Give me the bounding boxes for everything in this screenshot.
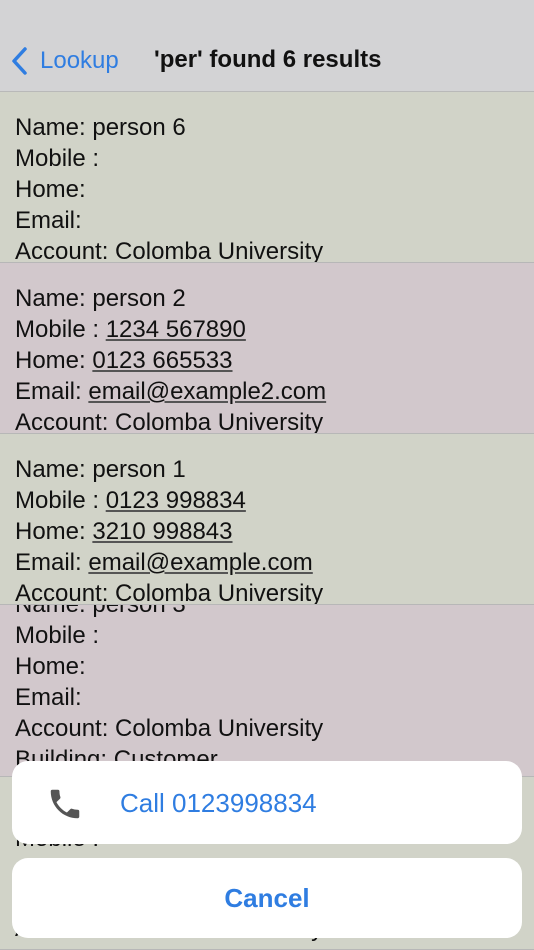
contact-name: Name: person 6 — [15, 114, 186, 141]
back-button-label: Lookup — [40, 47, 119, 74]
mobile-link[interactable]: 0123 998834 — [106, 487, 246, 514]
page-title: 'per' found 6 results — [154, 46, 382, 73]
home-line: Home: 0123 665533 — [15, 347, 233, 374]
result-row[interactable]: Name: person 3 Mobile : Home: Email: Acc… — [0, 605, 534, 777]
contact-name: Name: person 3 — [15, 605, 323, 620]
home-line: Home: — [15, 653, 86, 680]
account-line: Account: Colomba University — [15, 715, 324, 742]
home-link[interactable]: 0123 665533 — [92, 347, 232, 374]
call-action-button[interactable]: Call 0123998834 — [12, 761, 522, 844]
email-link[interactable]: email@example2.com — [88, 378, 326, 405]
home-link[interactable]: 3210 998843 — [92, 518, 232, 545]
call-action-label: Call 0123998834 — [120, 788, 317, 818]
mobile-line: Mobile : 1234 567890 — [15, 316, 246, 343]
home-line: Home: — [15, 176, 86, 203]
mobile-line: Mobile : 0123 998834 — [15, 487, 246, 514]
account-line: Account: Colomba University — [15, 580, 324, 605]
result-row[interactable]: Name: person 1 Mobile : 0123 998834 Home… — [0, 434, 534, 605]
email-line: Email: email@example.com — [15, 549, 313, 576]
account-line: Account: Colomba University — [15, 238, 324, 263]
email-link[interactable]: email@example.com — [88, 549, 312, 576]
mobile-line: Mobile : — [15, 622, 100, 649]
mobile-link[interactable]: 1234 567890 — [106, 316, 246, 343]
cancel-button[interactable]: Cancel — [12, 858, 522, 938]
email-line: Email: — [15, 207, 82, 234]
navigation-bar: Lookup 'per' found 6 results — [0, 0, 534, 92]
contact-name: Name: person 2 — [15, 285, 186, 312]
home-line: Home: 3210 998843 — [15, 518, 233, 545]
chevron-left-icon — [12, 47, 27, 75]
mobile-line: Mobile : — [15, 145, 100, 172]
phone-icon — [50, 789, 80, 819]
email-line: Email: — [15, 684, 82, 711]
account-line: Account: Colomba University — [15, 409, 324, 434]
cancel-button-label: Cancel — [224, 882, 310, 913]
result-row[interactable]: Name: person 6 Mobile : Home: Email: Acc… — [0, 92, 534, 263]
back-button[interactable]: Lookup — [10, 44, 119, 78]
result-row[interactable]: Name: person 2 Mobile : 1234 567890 Home… — [0, 263, 534, 434]
contact-name: Name: person 1 — [15, 456, 186, 483]
email-line: Email: email@example2.com — [15, 378, 327, 405]
